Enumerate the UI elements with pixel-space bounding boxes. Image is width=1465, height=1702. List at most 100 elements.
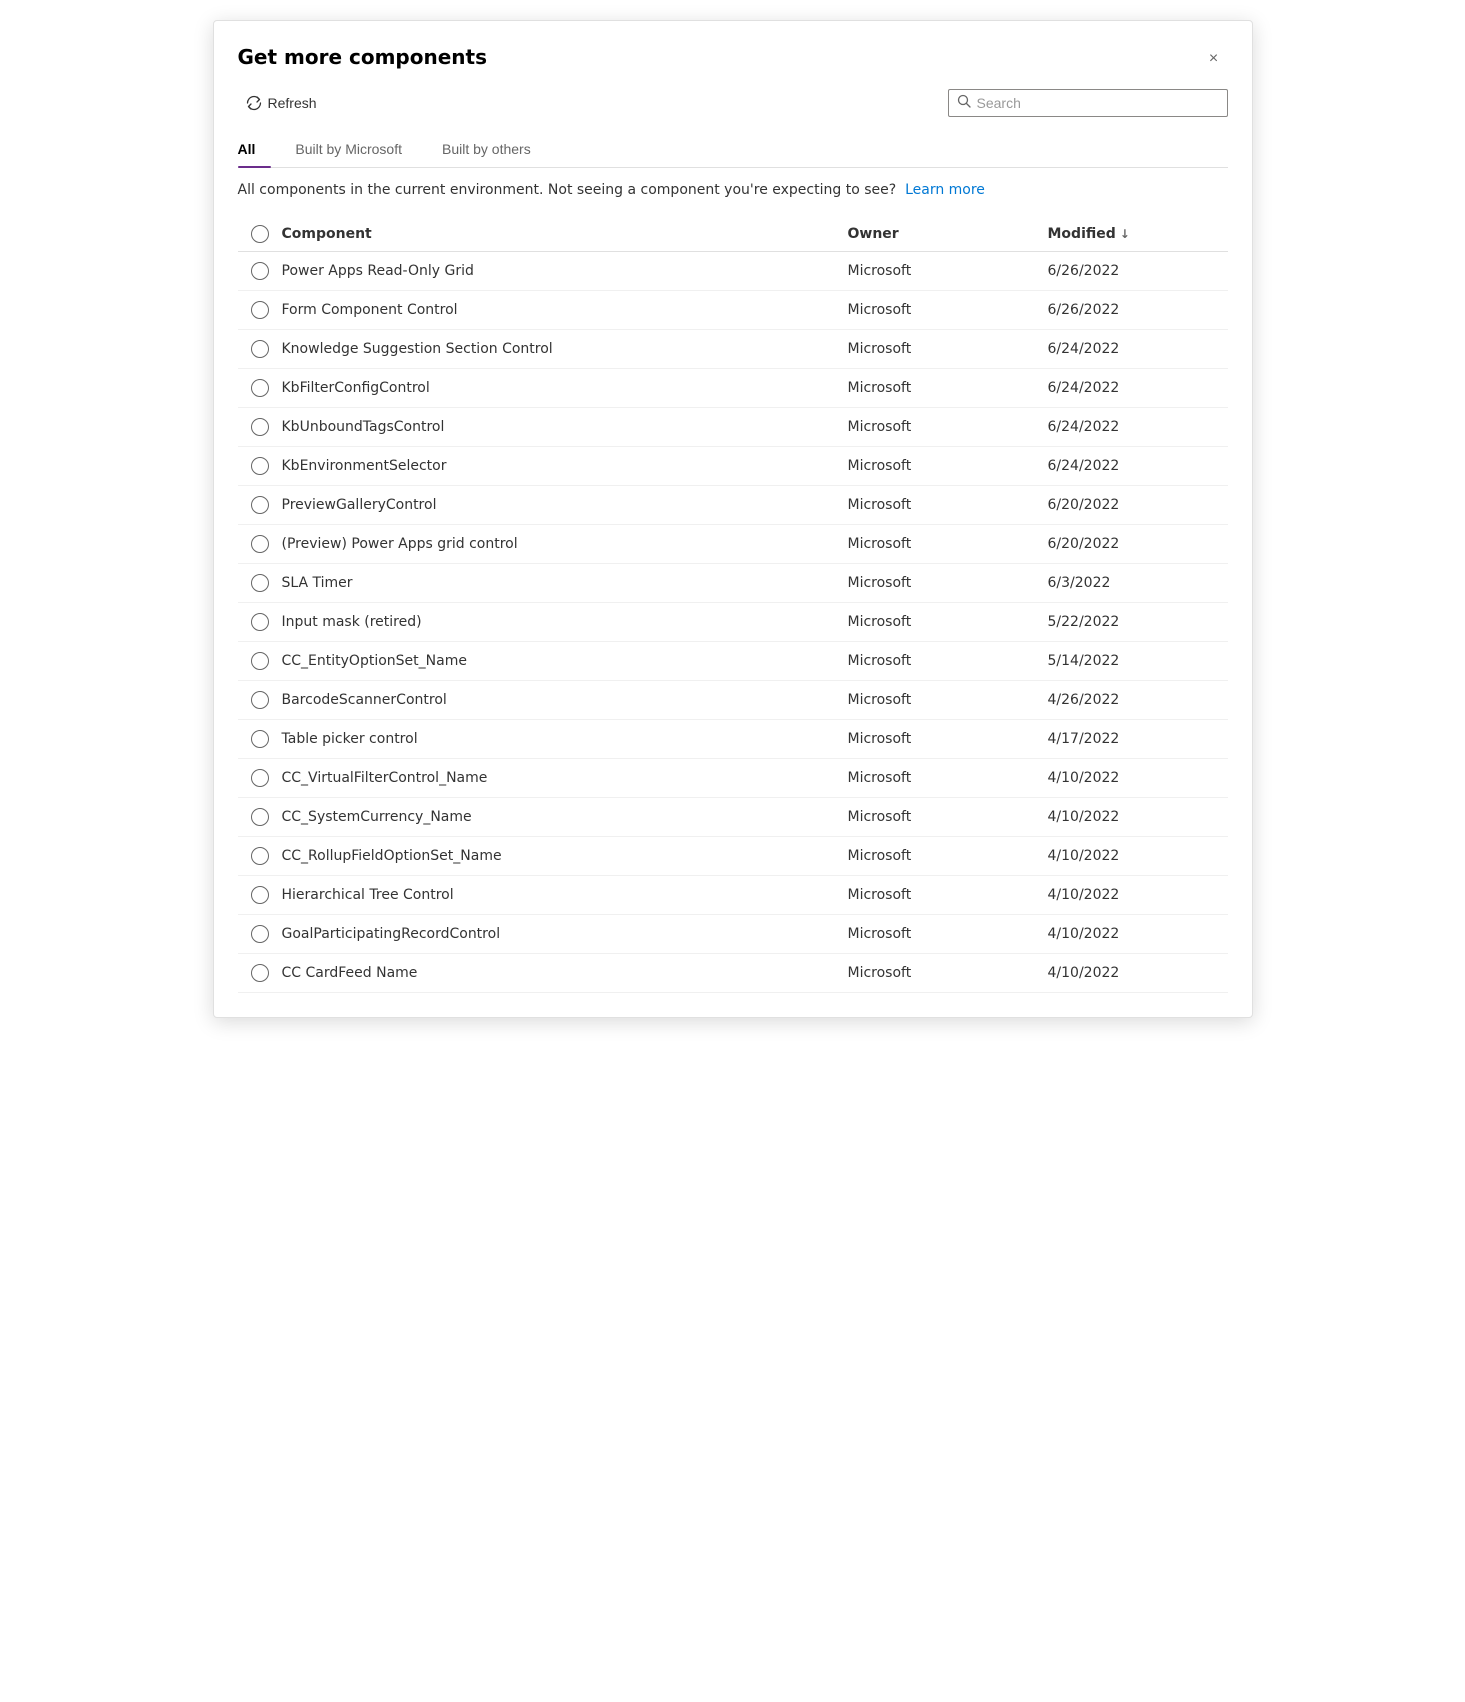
table-row[interactable]: GoalParticipatingRecordControl Microsoft…	[238, 915, 1228, 954]
row-owner: Microsoft	[848, 770, 1048, 786]
row-owner: Microsoft	[848, 887, 1048, 903]
tab-built-by-others[interactable]: Built by others	[442, 133, 547, 167]
tab-built-by-microsoft[interactable]: Built by Microsoft	[295, 133, 418, 167]
row-modified: 4/10/2022	[1048, 965, 1228, 981]
table-row[interactable]: KbUnboundTagsControl Microsoft 6/24/2022	[238, 408, 1228, 447]
row-select-circle	[251, 730, 269, 748]
row-owner: Microsoft	[848, 302, 1048, 318]
learn-more-link[interactable]: Learn more	[905, 182, 985, 198]
row-modified: 6/3/2022	[1048, 575, 1228, 591]
row-checkbox[interactable]	[238, 652, 282, 670]
row-checkbox[interactable]	[238, 457, 282, 475]
row-checkbox[interactable]	[238, 847, 282, 865]
table-row[interactable]: (Preview) Power Apps grid control Micros…	[238, 525, 1228, 564]
row-owner: Microsoft	[848, 653, 1048, 669]
row-component: CC_RollupFieldOptionSet_Name	[282, 848, 848, 864]
row-checkbox[interactable]	[238, 613, 282, 631]
header-checkbox[interactable]	[238, 225, 282, 243]
row-component: Knowledge Suggestion Section Control	[282, 341, 848, 357]
row-owner: Microsoft	[848, 614, 1048, 630]
table-row[interactable]: CC CardFeed Name Microsoft 4/10/2022	[238, 954, 1228, 993]
column-header-component: Component	[282, 226, 848, 242]
row-owner: Microsoft	[848, 692, 1048, 708]
table-row[interactable]: PreviewGalleryControl Microsoft 6/20/202…	[238, 486, 1228, 525]
dialog-title: Get more components	[238, 45, 487, 69]
row-select-circle	[251, 847, 269, 865]
search-container	[948, 89, 1228, 117]
row-checkbox[interactable]	[238, 730, 282, 748]
row-select-circle	[251, 262, 269, 280]
row-checkbox[interactable]	[238, 886, 282, 904]
row-checkbox[interactable]	[238, 769, 282, 787]
table-row[interactable]: Hierarchical Tree Control Microsoft 4/10…	[238, 876, 1228, 915]
row-owner: Microsoft	[848, 731, 1048, 747]
table-body: Power Apps Read-Only Grid Microsoft 6/26…	[238, 252, 1228, 993]
row-component: BarcodeScannerControl	[282, 692, 848, 708]
row-select-circle	[251, 769, 269, 787]
row-select-circle	[251, 613, 269, 631]
refresh-button[interactable]: Refresh	[238, 89, 325, 117]
row-owner: Microsoft	[848, 458, 1048, 474]
row-checkbox[interactable]	[238, 964, 282, 982]
row-component: Form Component Control	[282, 302, 848, 318]
table-row[interactable]: SLA Timer Microsoft 6/3/2022	[238, 564, 1228, 603]
row-checkbox[interactable]	[238, 691, 282, 709]
row-modified: 4/26/2022	[1048, 692, 1228, 708]
row-select-circle	[251, 418, 269, 436]
row-checkbox[interactable]	[238, 262, 282, 280]
row-modified: 6/20/2022	[1048, 497, 1228, 513]
row-modified: 4/17/2022	[1048, 731, 1228, 747]
sort-desc-icon: ↓	[1120, 227, 1130, 241]
get-more-components-dialog: Get more components × Refresh All	[213, 20, 1253, 1018]
row-modified: 6/24/2022	[1048, 458, 1228, 474]
row-select-circle	[251, 379, 269, 397]
row-select-circle	[251, 574, 269, 592]
row-modified: 6/24/2022	[1048, 341, 1228, 357]
row-owner: Microsoft	[848, 848, 1048, 864]
row-checkbox[interactable]	[238, 535, 282, 553]
row-select-circle	[251, 808, 269, 826]
table-row[interactable]: CC_RollupFieldOptionSet_Name Microsoft 4…	[238, 837, 1228, 876]
dialog-header: Get more components ×	[238, 45, 1228, 73]
row-modified: 6/26/2022	[1048, 263, 1228, 279]
close-button[interactable]: ×	[1200, 45, 1228, 73]
row-checkbox[interactable]	[238, 808, 282, 826]
search-input[interactable]	[977, 95, 1219, 111]
row-component: CC CardFeed Name	[282, 965, 848, 981]
row-checkbox[interactable]	[238, 379, 282, 397]
table-row[interactable]: CC_SystemCurrency_Name Microsoft 4/10/20…	[238, 798, 1228, 837]
row-checkbox[interactable]	[238, 418, 282, 436]
row-owner: Microsoft	[848, 536, 1048, 552]
search-icon	[957, 94, 971, 112]
row-component: KbUnboundTagsControl	[282, 419, 848, 435]
row-owner: Microsoft	[848, 497, 1048, 513]
table-row[interactable]: CC_VirtualFilterControl_Name Microsoft 4…	[238, 759, 1228, 798]
table-row[interactable]: KbFilterConfigControl Microsoft 6/24/202…	[238, 369, 1228, 408]
row-modified: 5/22/2022	[1048, 614, 1228, 630]
refresh-icon	[246, 95, 262, 111]
row-owner: Microsoft	[848, 380, 1048, 396]
table-row[interactable]: KbEnvironmentSelector Microsoft 6/24/202…	[238, 447, 1228, 486]
row-checkbox[interactable]	[238, 574, 282, 592]
table-row[interactable]: BarcodeScannerControl Microsoft 4/26/202…	[238, 681, 1228, 720]
table-header: Component Owner Modified ↓	[238, 217, 1228, 252]
row-checkbox[interactable]	[238, 301, 282, 319]
table-row[interactable]: Knowledge Suggestion Section Control Mic…	[238, 330, 1228, 369]
row-checkbox[interactable]	[238, 925, 282, 943]
row-checkbox[interactable]	[238, 340, 282, 358]
table-row[interactable]: Power Apps Read-Only Grid Microsoft 6/26…	[238, 252, 1228, 291]
row-component: CC_VirtualFilterControl_Name	[282, 770, 848, 786]
table-row[interactable]: CC_EntityOptionSet_Name Microsoft 5/14/2…	[238, 642, 1228, 681]
row-component: (Preview) Power Apps grid control	[282, 536, 848, 552]
row-modified: 4/10/2022	[1048, 926, 1228, 942]
tab-all[interactable]: All	[238, 133, 272, 167]
column-header-modified[interactable]: Modified ↓	[1048, 226, 1228, 242]
toolbar: Refresh	[238, 89, 1228, 117]
table-row[interactable]: Form Component Control Microsoft 6/26/20…	[238, 291, 1228, 330]
table-row[interactable]: Table picker control Microsoft 4/17/2022	[238, 720, 1228, 759]
row-component: PreviewGalleryControl	[282, 497, 848, 513]
row-checkbox[interactable]	[238, 496, 282, 514]
row-component: SLA Timer	[282, 575, 848, 591]
row-component: KbEnvironmentSelector	[282, 458, 848, 474]
table-row[interactable]: Input mask (retired) Microsoft 5/22/2022	[238, 603, 1228, 642]
